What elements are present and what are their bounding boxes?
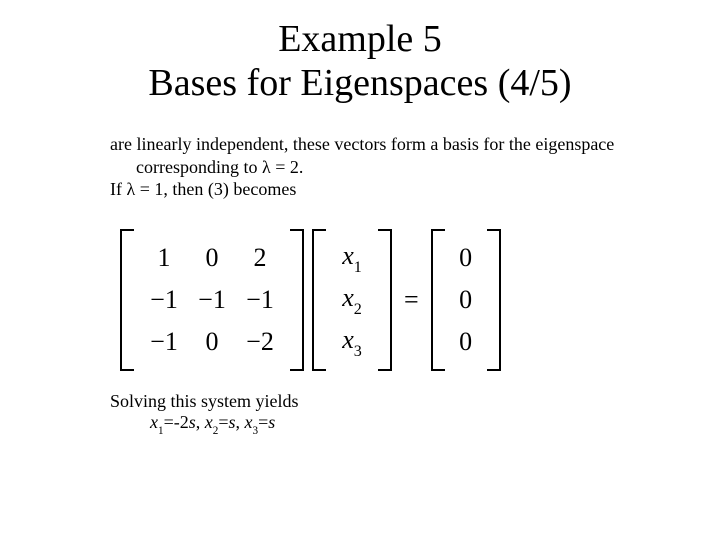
sol-sep-2: , bbox=[236, 412, 245, 432]
b-0: 0 bbox=[459, 243, 472, 273]
a-2-0: −1 bbox=[150, 327, 178, 357]
sol-x3-val: = bbox=[258, 412, 268, 432]
para-line-3-pre: If bbox=[110, 179, 127, 199]
matrix-a-grid: 1 0 2 −1 −1 −1 −1 0 −2 bbox=[134, 229, 290, 371]
para-line-2: corresponding to λ = 2. bbox=[136, 156, 620, 179]
a-1-2: −1 bbox=[246, 285, 274, 315]
solution-line: x1=-2s, x2=s, x3=s bbox=[150, 412, 680, 436]
yields-label: Solving this system yields bbox=[110, 391, 620, 412]
b-2: 0 bbox=[459, 327, 472, 357]
a-1-1: −1 bbox=[198, 285, 226, 315]
bracket-right-icon bbox=[378, 229, 392, 371]
sol-x2-val: = bbox=[218, 412, 228, 432]
equals-sign: = bbox=[404, 285, 419, 315]
a-2-2: −2 bbox=[246, 327, 274, 357]
sol-s-2: s bbox=[228, 412, 235, 432]
x-0: x1 bbox=[342, 241, 362, 275]
a-0-1: 0 bbox=[206, 243, 219, 273]
para-line-3: If λ = 1, then (3) becomes bbox=[110, 178, 620, 201]
slide: Example 5 Bases for Eigenspaces (4/5) ar… bbox=[0, 0, 720, 540]
vector-b-grid: 0 0 0 bbox=[445, 229, 487, 371]
body-text: are linearly independent, these vectors … bbox=[110, 133, 620, 201]
bracket-left-icon bbox=[312, 229, 326, 371]
sol-x3-var: x bbox=[245, 412, 253, 432]
para-line-2-pre: corresponding to bbox=[136, 157, 262, 177]
para-line-1: are linearly independent, these vectors … bbox=[110, 133, 620, 156]
bracket-left-icon bbox=[431, 229, 445, 371]
a-1-0: −1 bbox=[150, 285, 178, 315]
bracket-right-icon bbox=[290, 229, 304, 371]
para-line-2-eq: λ = 2. bbox=[262, 157, 303, 177]
vector-x: x1 x2 x3 bbox=[312, 229, 392, 371]
slide-title: Example 5 Bases for Eigenspaces (4/5) bbox=[40, 18, 680, 105]
a-2-1: 0 bbox=[206, 327, 219, 357]
sol-x1-var: x bbox=[150, 412, 158, 432]
matrix-row: 1 0 2 −1 −1 −1 −1 0 −2 x1 x2 x3 bbox=[120, 229, 680, 371]
vector-b: 0 0 0 bbox=[431, 229, 501, 371]
bracket-right-icon bbox=[487, 229, 501, 371]
a-0-2: 2 bbox=[254, 243, 267, 273]
sol-s-1: s bbox=[189, 412, 196, 432]
sol-x3-sub: 3 bbox=[253, 425, 259, 437]
x-2: x3 bbox=[342, 325, 362, 359]
x-1: x2 bbox=[342, 283, 362, 317]
sol-x2-var: x bbox=[205, 412, 213, 432]
sol-s-3: s bbox=[268, 412, 275, 432]
vector-x-grid: x1 x2 x3 bbox=[326, 229, 378, 371]
title-line-2: Bases for Eigenspaces (4/5) bbox=[148, 62, 571, 104]
bracket-left-icon bbox=[120, 229, 134, 371]
matrix-a: 1 0 2 −1 −1 −1 −1 0 −2 bbox=[120, 229, 304, 371]
matrix-equation: 1 0 2 −1 −1 −1 −1 0 −2 x1 x2 x3 bbox=[120, 229, 680, 371]
sol-x2-sub: 2 bbox=[213, 425, 219, 437]
sol-x1-sub: 1 bbox=[158, 425, 164, 437]
title-line-1: Example 5 bbox=[278, 18, 442, 60]
sol-x1-val: =-2 bbox=[164, 412, 189, 432]
b-1: 0 bbox=[459, 285, 472, 315]
sol-sep-1: , bbox=[196, 412, 205, 432]
a-0-0: 1 bbox=[158, 243, 171, 273]
para-line-3-post: , then (3) becomes bbox=[163, 179, 296, 199]
para-line-3-mid: λ = 1 bbox=[127, 179, 164, 199]
